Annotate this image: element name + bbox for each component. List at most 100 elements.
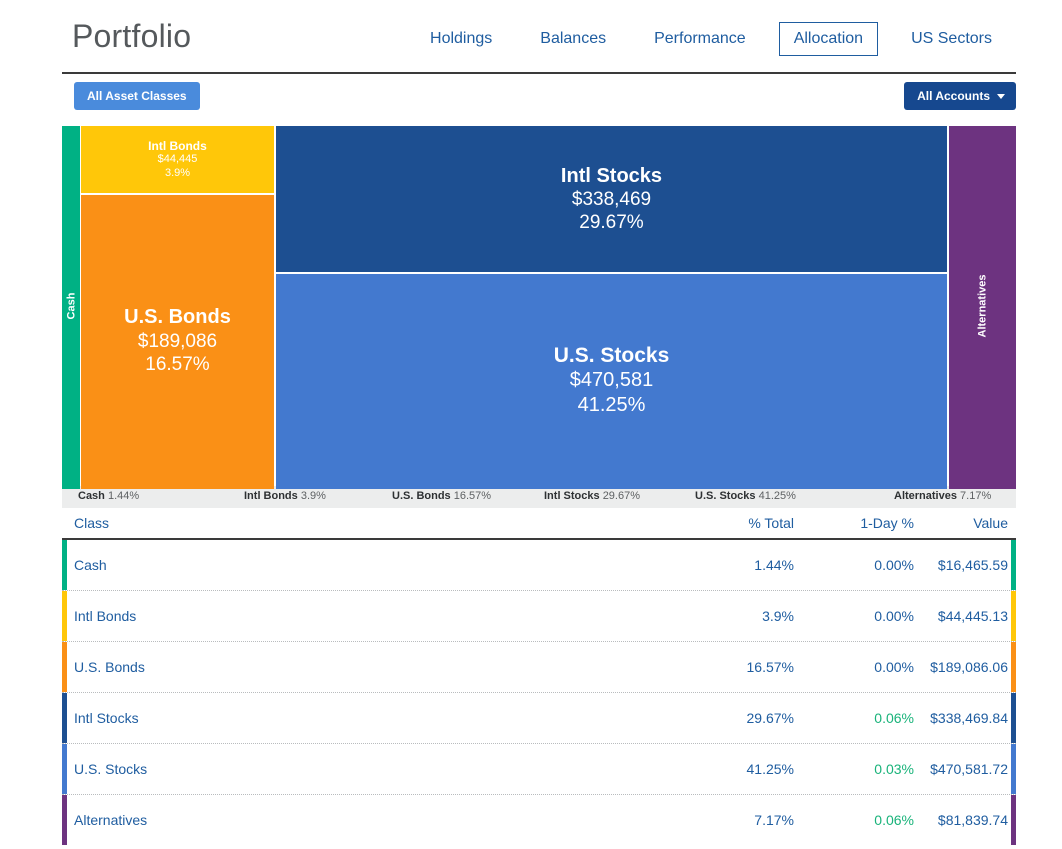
page-title: Portfolio — [72, 18, 192, 54]
row-color-bar-left — [62, 642, 67, 692]
main-nav-tabs: Holdings Balances Performance Allocation… — [406, 22, 1016, 56]
table-row[interactable]: Cash 1.44% 0.00% $16,465.59 — [62, 540, 1016, 591]
column-header-value[interactable]: Value — [914, 515, 1016, 531]
row-class: U.S. Bonds — [74, 659, 145, 675]
row-pct-total: 41.25% — [746, 761, 794, 777]
legend-label-cash: Cash 1.44% — [78, 490, 139, 502]
row-pct-total: 3.9% — [762, 608, 794, 624]
treemap-tile-intl-bonds-percent: 3.9% — [164, 166, 191, 179]
row-class: U.S. Stocks — [74, 761, 148, 777]
legend-label-us-stocks-name: U.S. Stocks — [695, 490, 756, 502]
treemap-tile-us-bonds[interactable]: U.S. Bonds $189,086 16.57% — [81, 195, 274, 486]
row-color-bar-right — [1011, 591, 1016, 641]
row-color-bar-left — [62, 591, 67, 641]
row-class: Intl Bonds — [74, 608, 137, 624]
table-row[interactable]: U.S. Bonds 16.57% 0.00% $189,086.06 — [62, 642, 1016, 693]
chevron-down-icon — [997, 94, 1005, 99]
table-row[interactable]: Intl Stocks 29.67% 0.06% $338,469.84 — [62, 693, 1016, 744]
legend-seg-us-stocks — [276, 486, 947, 489]
row-one-day: 0.00% — [874, 608, 914, 624]
treemap-tile-cash[interactable]: Cash — [62, 126, 80, 486]
legend-label-intl-stocks: Intl Stocks 29.67% — [544, 490, 640, 502]
treemap-tile-us-stocks-percent: 41.25% — [577, 393, 646, 416]
row-class: Alternatives — [74, 812, 148, 828]
legend-seg-cash — [62, 486, 80, 489]
treemap-tile-intl-stocks-percent: 29.67% — [579, 212, 644, 234]
row-color-bar-right — [1011, 795, 1016, 845]
legend-label-cash-name: Cash — [78, 490, 105, 502]
row-color-bar-right — [1011, 642, 1016, 692]
portfolio-allocation-page: Portfolio Holdings Balances Performance … — [0, 0, 1062, 849]
legend-label-intl-stocks-percent: 29.67% — [602, 490, 640, 502]
legend-label-intl-bonds-name: Intl Bonds — [244, 490, 298, 502]
row-pct-total: 7.17% — [754, 812, 794, 828]
legend-label-alternatives: Alternatives 7.17% — [894, 490, 991, 502]
tab-performance[interactable]: Performance — [639, 22, 761, 56]
row-color-bar-left — [62, 693, 67, 743]
treemap-tile-intl-stocks[interactable]: Intl Stocks $338,469 29.67% — [276, 126, 947, 272]
treemap-tile-us-bonds-percent: 16.57% — [145, 353, 210, 375]
row-color-bar-right — [1011, 744, 1016, 794]
treemap-tile-intl-bonds[interactable]: Intl Bonds $44,445 3.9% — [81, 126, 274, 193]
row-one-day: 0.06% — [874, 710, 914, 726]
row-value: $44,445.13 — [937, 608, 1008, 624]
table-row[interactable]: U.S. Stocks 41.25% 0.03% $470,581.72 — [62, 744, 1016, 795]
table-row[interactable]: Alternatives 7.17% 0.06% $81,839.74 — [62, 795, 1016, 845]
treemap-tile-intl-bonds-name: Intl Bonds — [148, 138, 207, 153]
row-color-bar-left — [62, 744, 67, 794]
treemap-tile-cash-label: Cash — [65, 292, 77, 320]
treemap-tile-us-bonds-value: $189,086 — [137, 330, 218, 352]
table-row[interactable]: Intl Bonds 3.9% 0.00% $44,445.13 — [62, 591, 1016, 642]
legend-label-us-stocks: U.S. Stocks 41.25% — [695, 490, 796, 502]
treemap-tile-intl-bonds-value: $44,445 — [157, 153, 198, 166]
row-one-day: 0.00% — [874, 659, 914, 675]
legend-label-us-stocks-percent: 41.25% — [758, 490, 796, 502]
row-pct-total: 16.57% — [746, 659, 794, 675]
row-pct-total: 1.44% — [754, 557, 794, 573]
treemap-tile-alternatives[interactable]: Alternatives — [949, 126, 1016, 486]
legend-label-cash-percent: 1.44% — [107, 490, 140, 502]
allocation-table: Class % Total 1-Day % Value Cash 1.44% 0… — [62, 508, 1016, 845]
legend-label-us-bonds-name: U.S. Bonds — [392, 490, 451, 502]
treemap-tile-us-stocks-name: U.S. Stocks — [553, 343, 670, 367]
row-value: $189,086.06 — [930, 659, 1008, 675]
row-pct-total: 29.67% — [746, 710, 794, 726]
row-color-bar-left — [62, 795, 67, 845]
row-one-day: 0.06% — [874, 812, 914, 828]
tab-allocation[interactable]: Allocation — [778, 22, 879, 56]
column-header-one-day[interactable]: 1-Day % — [794, 515, 914, 531]
tab-us-sectors[interactable]: US Sectors — [896, 22, 1007, 56]
row-value: $81,839.74 — [937, 812, 1008, 828]
all-asset-classes-button[interactable]: All Asset Classes — [74, 82, 200, 110]
column-header-pct-total[interactable]: % Total — [674, 515, 794, 531]
treemap-tile-intl-stocks-name: Intl Stocks — [560, 164, 663, 187]
legend-label-intl-stocks-name: Intl Stocks — [544, 490, 600, 502]
page-header: Portfolio Holdings Balances Performance … — [62, 0, 1016, 74]
row-class: Intl Stocks — [74, 710, 139, 726]
treemap-tile-alternatives-label: Alternatives — [976, 274, 989, 338]
legend-label-us-bonds-percent: 16.57% — [453, 490, 492, 502]
legend-label-alternatives-percent: 7.17% — [960, 490, 992, 502]
all-accounts-label: All Accounts — [917, 89, 990, 103]
treemap-tile-us-stocks[interactable]: U.S. Stocks $470,581 41.25% — [276, 274, 947, 486]
tab-holdings[interactable]: Holdings — [415, 22, 507, 56]
legend-label-intl-bonds: Intl Bonds 3.9% — [244, 490, 326, 502]
legend-color-strip — [62, 486, 1016, 489]
legend-label-us-bonds: U.S. Bonds 16.57% — [392, 490, 491, 502]
legend-label-alternatives-name: Alternatives — [894, 490, 957, 502]
row-value: $338,469.84 — [930, 710, 1008, 726]
all-accounts-dropdown[interactable]: All Accounts — [904, 82, 1016, 110]
table-header-row: Class % Total 1-Day % Value — [62, 508, 1016, 540]
filter-bar: All Asset Classes All Accounts — [62, 82, 1016, 114]
row-value: $16,465.59 — [937, 557, 1008, 573]
row-color-bar-right — [1011, 693, 1016, 743]
column-header-class[interactable]: Class — [62, 515, 674, 531]
row-one-day: 0.03% — [874, 761, 914, 777]
treemap-tile-us-stocks-value: $470,581 — [569, 369, 654, 392]
row-one-day: 0.00% — [874, 557, 914, 573]
allocation-treemap: Cash Intl Bonds $44,445 3.9% U.S. Bonds … — [62, 126, 1016, 486]
legend-label-intl-bonds-percent: 3.9% — [300, 490, 326, 502]
treemap-tile-intl-stocks-value: $338,469 — [571, 189, 652, 211]
row-color-bar-right — [1011, 540, 1016, 590]
tab-balances[interactable]: Balances — [525, 22, 621, 56]
